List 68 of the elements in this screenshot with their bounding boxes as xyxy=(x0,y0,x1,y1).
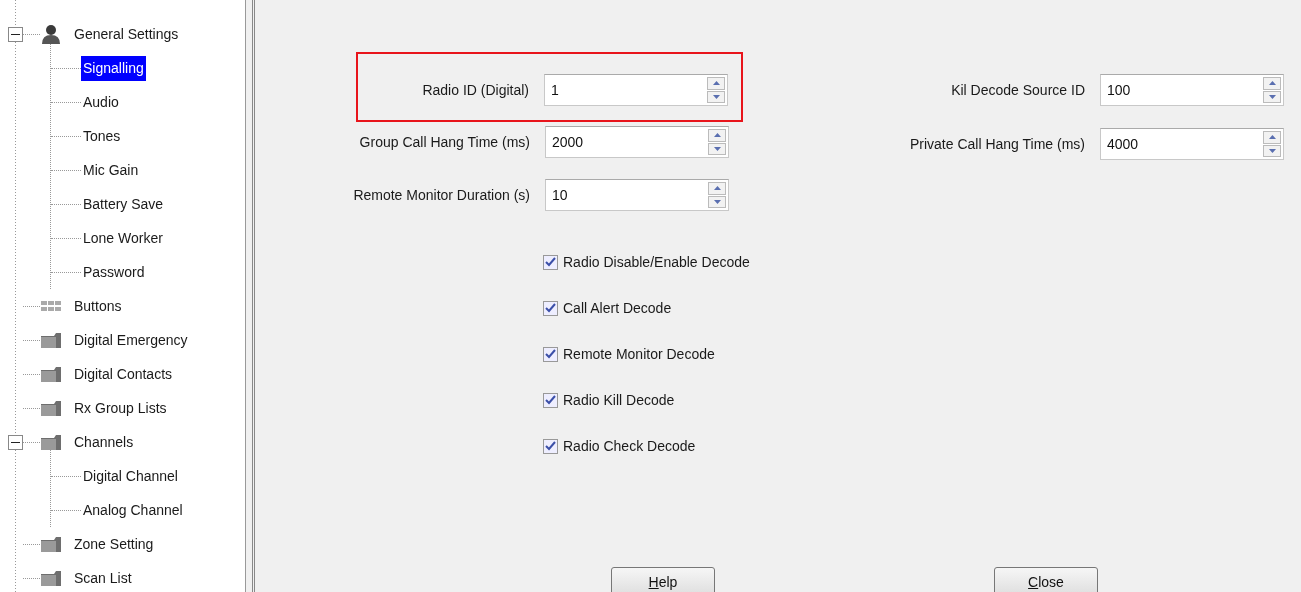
spin-down-button[interactable] xyxy=(708,142,726,155)
spin-box[interactable]: 10 xyxy=(545,179,729,211)
down-arrow-icon xyxy=(713,199,721,204)
field-label: Remote Monitor Duration (s) xyxy=(352,185,530,205)
tree-item[interactable]: Zone Setting xyxy=(72,531,156,557)
tree-item[interactable]: Battery Save xyxy=(81,191,166,217)
number-field[interactable]: 1 xyxy=(545,75,705,105)
number-field[interactable]: 100 xyxy=(1101,75,1261,105)
spin-down-button[interactable] xyxy=(708,195,726,208)
spin-up-button[interactable] xyxy=(707,77,725,90)
tree-item[interactable]: Digital Emergency xyxy=(72,327,190,353)
number-field[interactable]: 10 xyxy=(546,180,706,210)
field-label: Private Call Hang Time (ms) xyxy=(908,134,1085,154)
down-arrow-icon xyxy=(713,146,721,151)
checkbox[interactable] xyxy=(543,300,558,316)
tree-item[interactable]: Scan List xyxy=(72,565,134,591)
checkbox[interactable] xyxy=(543,438,558,454)
collapse-toggle[interactable] xyxy=(8,26,23,42)
spin-up-button[interactable] xyxy=(708,182,726,195)
spin-box[interactable]: 4000 xyxy=(1100,128,1284,160)
person-icon xyxy=(40,24,62,44)
down-arrow-icon xyxy=(712,94,720,99)
checkbox-label: Radio Disable/Enable Decode xyxy=(563,252,750,272)
spin-box[interactable]: 2000 xyxy=(545,126,729,158)
number-field[interactable]: 4000 xyxy=(1101,129,1261,159)
tree-item[interactable]: Buttons xyxy=(72,293,124,319)
tree-item[interactable]: General Settings xyxy=(72,21,181,47)
spin-down-button[interactable] xyxy=(707,90,725,103)
field-label: Group Call Hang Time (ms) xyxy=(358,132,530,152)
checkbox-label: Call Alert Decode xyxy=(563,298,672,318)
tree-item[interactable]: Password xyxy=(81,259,147,285)
spin-down-button[interactable] xyxy=(1263,90,1281,103)
field-label: Radio ID (Digital) xyxy=(421,80,529,100)
tree-item[interactable]: Channels xyxy=(72,429,136,455)
tree-item[interactable]: Signalling xyxy=(81,55,146,81)
tree-item[interactable]: Mic Gain xyxy=(81,157,141,183)
spin-up-button[interactable] xyxy=(708,129,726,142)
up-arrow-icon xyxy=(1268,135,1276,140)
tree-item[interactable]: Digital Channel xyxy=(81,463,180,489)
down-arrow-icon xyxy=(1268,148,1276,153)
tree-item[interactable]: Tones xyxy=(81,123,123,149)
spin-box[interactable]: 1 xyxy=(544,74,728,106)
spin-box[interactable]: 100 xyxy=(1100,74,1284,106)
tree-item[interactable]: Audio xyxy=(81,89,121,115)
spin-down-button[interactable] xyxy=(1263,144,1281,157)
field-label: Kil Decode Source ID xyxy=(950,80,1085,100)
checkbox-label: Radio Check Decode xyxy=(563,436,696,456)
tree-item[interactable]: Rx Group Lists xyxy=(72,395,169,421)
checkbox-label: Radio Kill Decode xyxy=(563,390,675,410)
up-arrow-icon xyxy=(712,81,720,86)
number-field[interactable]: 2000 xyxy=(546,127,706,157)
tree-item[interactable]: Digital Contacts xyxy=(72,361,175,387)
checkbox[interactable] xyxy=(543,392,558,408)
up-arrow-icon xyxy=(713,133,721,138)
checkbox-label: Remote Monitor Decode xyxy=(563,344,715,364)
close-button[interactable]: Close xyxy=(994,567,1098,592)
spin-up-button[interactable] xyxy=(1263,131,1281,144)
tree-item[interactable]: Analog Channel xyxy=(81,497,185,523)
tree-item[interactable]: Lone Worker xyxy=(81,225,165,251)
up-arrow-icon xyxy=(1268,81,1276,86)
collapse-toggle[interactable] xyxy=(8,434,23,450)
up-arrow-icon xyxy=(713,186,721,191)
checkbox[interactable] xyxy=(543,346,558,362)
checkbox[interactable] xyxy=(543,254,558,270)
splitter[interactable] xyxy=(245,0,255,592)
spin-up-button[interactable] xyxy=(1263,77,1281,90)
down-arrow-icon xyxy=(1268,94,1276,99)
help-button[interactable]: Help xyxy=(611,567,715,592)
